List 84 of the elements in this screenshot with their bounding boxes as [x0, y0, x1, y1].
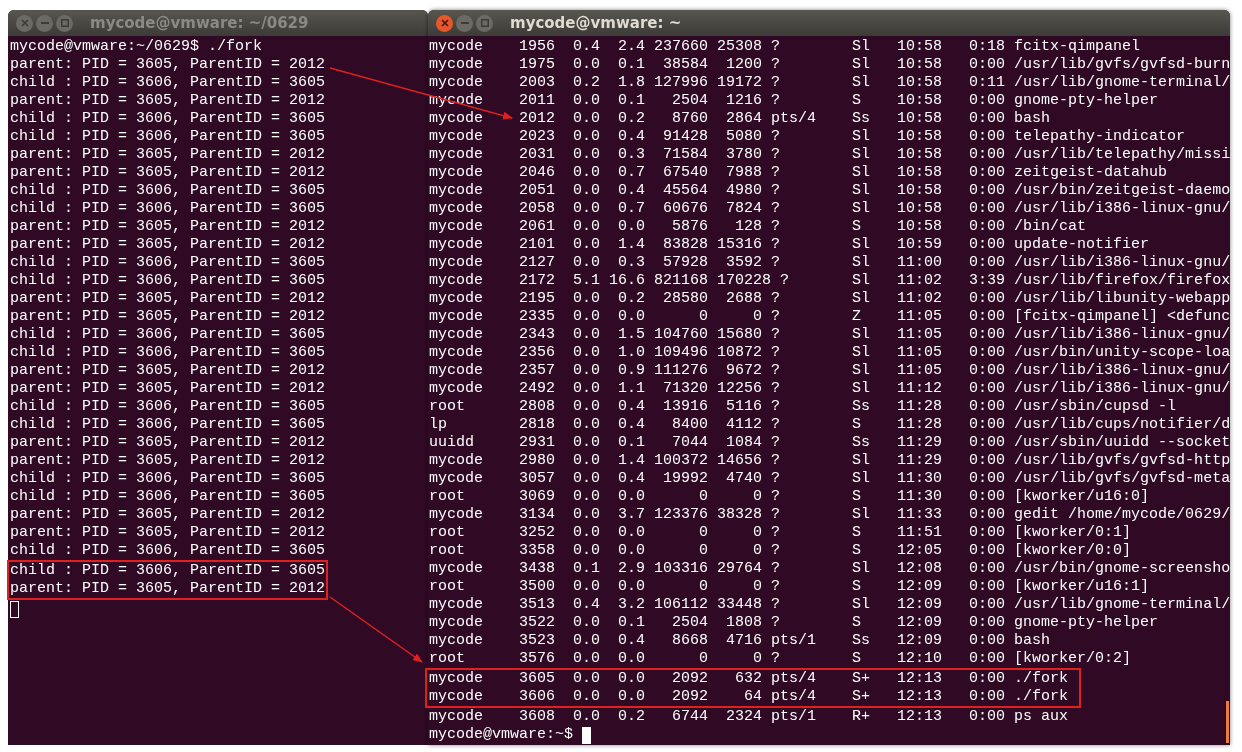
terminal-line: child : PID = 3606, ParentID = 3605	[10, 74, 327, 92]
process-row: mycode 2492 0.0 1.1 71320 12256 ? Sl 11:12 0:00 /usr/lib/i386-linux-gnu/	[429, 380, 1230, 398]
process-row: mycode 1975 0.0 0.1 38584 1200 ? Sl 10:58 0:00 /usr/lib/gvfs/gvfsd-burn	[429, 56, 1230, 74]
close-icon	[440, 19, 449, 27]
terminal-line: child : PID = 3606, ParentID = 3605	[10, 398, 327, 416]
terminal-line: parent: PID = 3605, ParentID = 2012	[10, 92, 327, 110]
terminal-line: parent: PID = 3605, ParentID = 2012	[10, 236, 327, 254]
terminal-line: parent: PID = 3605, ParentID = 2012	[10, 580, 326, 598]
maximize-icon	[60, 19, 69, 27]
process-row: mycode 2031 0.0 0.3 71584 3780 ? Sl 10:58 0:00 /usr/lib/telepathy/missi	[429, 146, 1230, 164]
terminal-line: child : PID = 3606, ParentID = 3605	[10, 272, 327, 290]
terminal-line: parent: PID = 3605, ParentID = 2012	[10, 146, 327, 164]
terminal-line: child : PID = 3606, ParentID = 3605	[10, 542, 327, 560]
minimize-icon	[460, 22, 469, 24]
terminal-line: child : PID = 3606, ParentID = 3605	[10, 200, 327, 218]
scrollbar-thumb[interactable]	[1226, 701, 1229, 743]
process-row-text: mycode 2061 0.0 0.0 5876 128 ? S 10:58 0:00 /bin/cat	[429, 218, 1088, 236]
process-row: mycode 2127 0.0 0.3 57928 3592 ? Sl 11:00 0:00 /usr/lib/i386-linux-gnu/	[429, 254, 1230, 272]
process-row: mycode 3513 0.4 3.2 106112 33448 ? Sl 12:09 0:00 /usr/lib/gnome-terminal/	[429, 596, 1230, 614]
terminal-line: child : PID = 3606, ParentID = 3605	[10, 562, 326, 580]
process-row-text: root 3069 0.0 0.0 0 0 ? S 11:30 0:00 [kworker/u16:0]	[429, 488, 1151, 506]
process-row: mycode 2058 0.0 0.7 60676 7824 ? Sl 10:58 0:00 /usr/lib/i386-linux-gnu/	[429, 200, 1230, 218]
terminal-line: parent: PID = 3605, ParentID = 2012	[10, 290, 327, 308]
terminal-line: parent: PID = 3605, ParentID = 2012	[10, 524, 327, 542]
process-row-text: mycode 3605 0.0 0.0 2092 632 pts/4 S+ 12:13 0:00 ./fork	[429, 670, 1070, 688]
terminal-line: child : PID = 3606, ParentID = 3605	[10, 470, 327, 488]
process-row-text: root 2808 0.0 0.4 13916 5116 ? Ss 11:28 0:00 /usr/sbin/cupsd -l	[429, 398, 1178, 416]
close-button[interactable]	[16, 14, 33, 32]
terminal-line: parent: PID = 3605, ParentID = 2012	[10, 164, 327, 182]
process-row: mycode 2051 0.0 0.4 45564 4980 ? Sl 10:58 0:00 /usr/bin/zeitgeist-daemo	[429, 182, 1230, 200]
terminal-line: parent: PID = 3605, ParentID = 2012	[10, 308, 327, 326]
maximize-button[interactable]	[476, 14, 493, 32]
process-row: mycode 2356 0.0 1.0 109496 10872 ? Sl 11:05 0:00 /usr/bin/unity-scope-loa	[429, 344, 1230, 362]
shell-prompt: mycode@vmware:~$	[429, 726, 574, 744]
maximize-button[interactable]	[56, 14, 73, 32]
process-row: mycode 3438 0.1 2.9 103316 29764 ? Sl 12:08 0:00 /usr/bin/gnome-screensho	[429, 560, 1230, 578]
process-row: mycode 2335 0.0 0.0 0 0 ? Z 11:05 0:00 [fcitx-qimpanel] <defunc	[429, 308, 1230, 326]
process-row-text: root 3252 0.0 0.0 0 0 ? S 11:51 0:00 [kworker/0:1]	[429, 524, 1133, 542]
process-row-text: mycode 3523 0.0 0.4 8668 4716 pts/1 Ss 12:09 0:00 bash	[429, 632, 1052, 650]
terminal-line: child : PID = 3606, ParentID = 3605	[10, 182, 327, 200]
terminal-line: parent: PID = 3605, ParentID = 2012	[10, 218, 327, 236]
process-row-text: mycode 3522 0.0 0.1 2504 1808 ? S 12:09 0:00 gnome-pty-helper	[429, 614, 1160, 632]
terminal-line: mycode@vmware:~/0629$ ./fork	[10, 38, 264, 56]
process-row-text: mycode 3608 0.0 0.2 6744 2324 pts/1 R+ 12:13 0:00 ps aux	[429, 708, 1070, 726]
terminal-line: parent: PID = 3605, ParentID = 2012	[10, 434, 327, 452]
process-row: mycode 2195 0.0 0.2 28580 2688 ? Sl 11:02 0:00 /usr/lib/libunity-webapp	[429, 290, 1230, 308]
process-row-text: mycode 2046 0.0 0.7 67540 7988 ? Sl 10:58 0:00 zeitgeist-datahub	[429, 164, 1169, 182]
process-row: mycode 2357 0.0 0.9 111276 9672 ? Sl 11:05 0:00 /usr/lib/i386-linux-gnu/	[429, 362, 1230, 380]
terminal-line: parent: PID = 3605, ParentID = 2012	[10, 56, 327, 74]
terminal-line: child : PID = 3606, ParentID = 3605	[10, 488, 327, 506]
terminal-line: child : PID = 3606, ParentID = 3605	[10, 110, 327, 128]
process-row-text: root 3576 0.0 0.0 0 0 ? S 12:10 0:00 [kworker/0:2]	[429, 650, 1133, 668]
process-row-text: mycode 2012 0.0 0.2 8760 2864 pts/4 Ss 10:58 0:00 bash	[429, 110, 1052, 128]
process-row-text: mycode 1956 0.4 2.4 237660 25308 ? Sl 10:58 0:18 fcitx-qimpanel	[429, 38, 1142, 56]
minimize-button[interactable]	[36, 14, 53, 32]
process-row-text: root 3358 0.0 0.0 0 0 ? S 12:05 0:00 [kworker/0:0]	[429, 542, 1133, 560]
minimize-icon	[40, 22, 49, 24]
terminal-line: parent: PID = 3605, ParentID = 2012	[10, 452, 327, 470]
close-button[interactable]	[436, 14, 453, 32]
process-row: mycode 2343 0.0 1.5 104760 15680 ? Sl 11:05 0:00 /usr/lib/i386-linux-gnu/	[429, 326, 1230, 344]
terminal-line: parent: PID = 3605, ParentID = 2012	[10, 380, 327, 398]
terminal-line: child : PID = 3606, ParentID = 3605	[10, 326, 327, 344]
process-row: mycode 2172 5.1 16.6 821168 170228 ? Sl 11:02 3:39 /usr/lib/firefox/firefox	[429, 272, 1230, 290]
window-title: mycode@vmware: ~	[510, 12, 682, 34]
terminal-line: child : PID = 3606, ParentID = 3605	[10, 416, 327, 434]
terminal-line: parent: PID = 3605, ParentID = 2012	[10, 362, 327, 380]
process-row-text: mycode 2023 0.0 0.4 91428 5080 ? Sl 10:58 0:00 telepathy-indicator	[429, 128, 1187, 146]
process-row: uuidd 2931 0.0 0.1 7044 1084 ? Ss 11:29 0:00 /usr/sbin/uuidd --socket	[429, 434, 1230, 452]
process-row-text: root 3500 0.0 0.0 0 0 ? S 12:09 0:00 [kworker/u16:1]	[429, 578, 1151, 596]
minimize-button[interactable]	[456, 14, 473, 32]
terminal-line: child : PID = 3606, ParentID = 3605	[10, 344, 327, 362]
process-row: mycode 3134 0.0 3.7 123376 38328 ? Sl 11:33 0:00 gedit /home/mycode/0629/	[429, 506, 1230, 524]
close-icon	[20, 19, 29, 27]
process-row: mycode 2003 0.2 1.8 127996 19172 ? Sl 10:58 0:11 /usr/lib/gnome-terminal/	[429, 74, 1230, 92]
process-row: lp 2818 0.0 0.4 8400 4112 ? S 11:28 0:00 /usr/lib/cups/notifier/d	[429, 416, 1230, 434]
terminal-line: child : PID = 3606, ParentID = 3605	[10, 128, 327, 146]
process-row-text: mycode 2101 0.0 1.4 83828 15316 ? Sl 10:59 0:00 update-notifier	[429, 236, 1151, 254]
terminal-line: child : PID = 3606, ParentID = 3605	[10, 254, 327, 272]
process-row: mycode 3057 0.0 0.4 19992 4740 ? Sl 11:30 0:00 /usr/lib/gvfs/gvfsd-meta	[429, 470, 1230, 488]
process-row-text: mycode 3606 0.0 0.0 2092 64 pts/4 S+ 12:13 0:00 ./fork	[429, 688, 1070, 706]
process-row: mycode 2980 0.0 1.4 100372 14656 ? Sl 11:29 0:00 /usr/lib/gvfs/gvfsd-http	[429, 452, 1230, 470]
window-title: mycode@vmware: ~/0629	[90, 12, 309, 34]
maximize-icon	[480, 19, 489, 27]
terminal-line: parent: PID = 3605, ParentID = 2012	[10, 506, 327, 524]
